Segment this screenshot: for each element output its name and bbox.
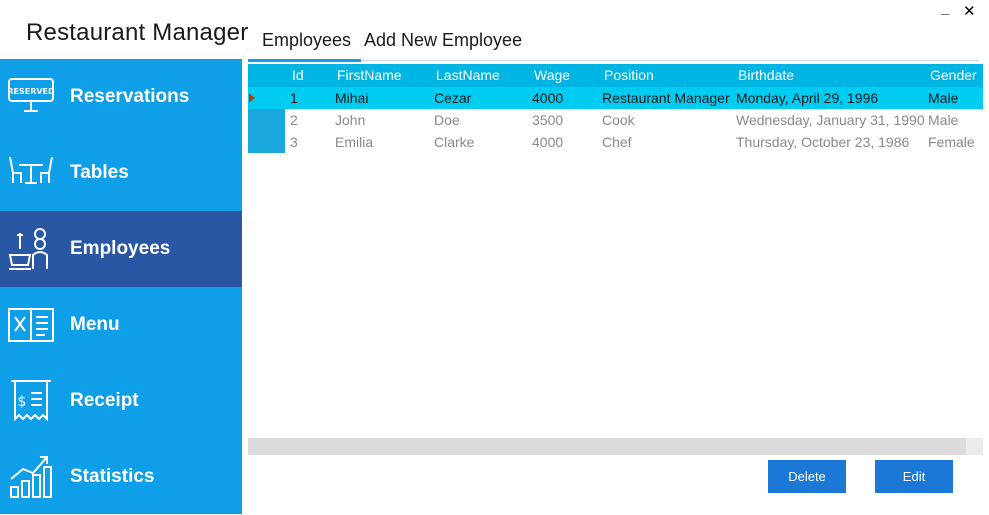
grid-header: Id FirstName LastName Wage Position Birt…: [248, 64, 983, 87]
cell-wage[interactable]: 4000: [532, 134, 563, 150]
cell-position[interactable]: Chef: [602, 134, 632, 150]
cell-birthdate[interactable]: Wednesday, January 31, 1990: [736, 112, 925, 128]
svg-text:RESERVED: RESERVED: [7, 87, 55, 96]
table-row[interactable]: 2 John Doe 3500 Cook Wednesday, January …: [248, 109, 983, 131]
column-header-wage[interactable]: Wage: [534, 67, 570, 83]
delete-button[interactable]: Delete: [768, 460, 846, 493]
employees-grid[interactable]: Id FirstName LastName Wage Position Birt…: [248, 64, 983, 438]
sidebar: RESERVED Reservations Tables Employees M…: [0, 59, 242, 514]
cell-birthdate[interactable]: Monday, April 29, 1996: [736, 90, 878, 106]
cell-gender[interactable]: Male: [928, 90, 958, 106]
cell-lastname[interactable]: Clarke: [434, 134, 474, 150]
chef-icon: [8, 228, 48, 270]
cell-wage[interactable]: 4000: [532, 90, 563, 106]
cell-lastname[interactable]: Doe: [434, 112, 460, 128]
cell-id[interactable]: 1: [290, 90, 298, 106]
column-header-lastname[interactable]: LastName: [436, 67, 500, 83]
bar-chart-icon: [10, 456, 52, 498]
column-header-gender[interactable]: Gender: [930, 67, 977, 83]
reserved-sign-icon: RESERVED: [7, 78, 55, 112]
tab-employees[interactable]: Employees: [262, 30, 351, 51]
current-row-arrow-icon: [249, 93, 255, 103]
sidebar-item-label: Menu: [70, 314, 120, 335]
cell-wage[interactable]: 3500: [532, 112, 563, 128]
column-header-position[interactable]: Position: [604, 67, 654, 83]
cell-position[interactable]: Restaurant Manager: [602, 90, 730, 106]
cell-gender[interactable]: Female: [928, 134, 975, 150]
cell-firstname[interactable]: Emilia: [335, 134, 373, 150]
close-button[interactable]: ✕: [963, 2, 976, 20]
sidebar-item-label: Tables: [70, 162, 129, 183]
sidebar-item-receipt[interactable]: $ Receipt: [0, 363, 242, 439]
svg-text:$: $: [18, 394, 27, 410]
app-title: Restaurant Manager: [26, 19, 249, 46]
table-chairs-icon: [9, 156, 53, 184]
sidebar-item-label: Statistics: [70, 466, 155, 487]
tab-add-new-employee[interactable]: Add New Employee: [364, 30, 522, 51]
sidebar-item-employees[interactable]: Employees: [0, 211, 242, 287]
sidebar-item-tables[interactable]: Tables: [0, 135, 242, 211]
table-row[interactable]: 3 Emilia Clarke 4000 Chef Thursday, Octo…: [248, 131, 983, 153]
horizontal-scrollbar[interactable]: [248, 438, 983, 455]
sidebar-item-label: Receipt: [70, 390, 139, 411]
minimize-button[interactable]: _: [941, 0, 949, 17]
sidebar-item-reservations[interactable]: RESERVED Reservations: [0, 59, 242, 135]
cell-id[interactable]: 2: [290, 112, 298, 128]
receipt-icon: $: [11, 380, 51, 422]
column-header-birthdate[interactable]: Birthdate: [738, 67, 794, 83]
menu-book-icon: [8, 308, 54, 342]
tab-divider: [361, 60, 979, 61]
active-tab-indicator: [248, 59, 361, 62]
sidebar-item-label: Reservations: [70, 86, 190, 107]
cell-position[interactable]: Cook: [602, 112, 635, 128]
column-header-id[interactable]: Id: [292, 67, 304, 83]
cell-firstname[interactable]: John: [335, 112, 365, 128]
cell-firstname[interactable]: Mihai: [335, 90, 368, 106]
edit-button[interactable]: Edit: [875, 460, 953, 493]
sidebar-item-menu[interactable]: Menu: [0, 287, 242, 363]
column-header-firstname[interactable]: FirstName: [337, 67, 402, 83]
cell-lastname[interactable]: Cezar: [434, 90, 471, 106]
sidebar-item-statistics[interactable]: Statistics: [0, 439, 242, 515]
cell-id[interactable]: 3: [290, 134, 298, 150]
cell-birthdate[interactable]: Thursday, October 23, 1986: [736, 134, 909, 150]
cell-gender[interactable]: Male: [928, 112, 958, 128]
sidebar-item-label: Employees: [70, 238, 171, 259]
scrollbar-corner: [966, 438, 983, 455]
table-row[interactable]: 1 Mihai Cezar 4000 Restaurant Manager Mo…: [248, 87, 983, 109]
